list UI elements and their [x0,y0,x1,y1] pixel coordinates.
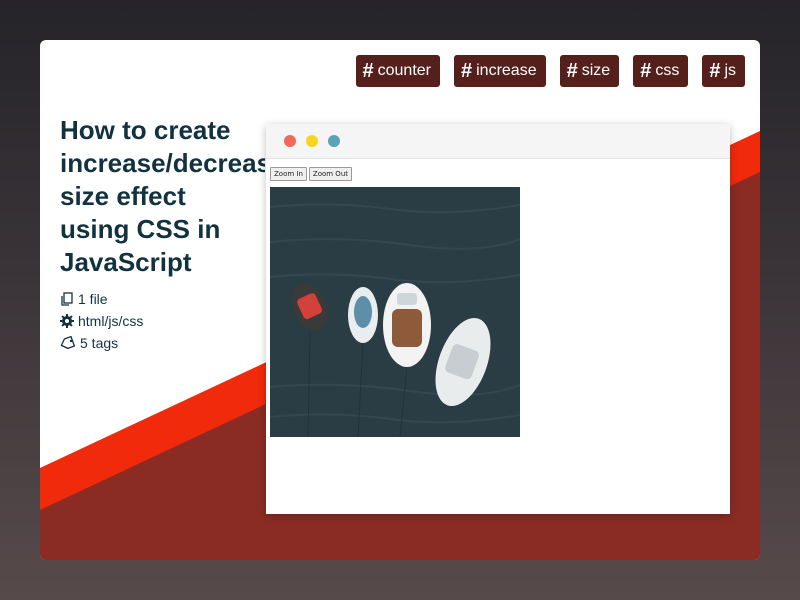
window-titlebar [266,124,730,159]
minimize-dot-icon [306,135,318,147]
tag-label: js [724,62,736,79]
tag-size[interactable]: # size [559,55,620,87]
snippet-meta: 1 file html/js/css 5 tags [60,288,143,354]
file-icon [61,292,73,306]
preview-content: Zoom In Zoom Out [266,159,730,445]
meta-files: 1 file [60,288,143,310]
preview-window: Zoom In Zoom Out [266,124,730,514]
tag-js[interactable]: # js [702,55,745,87]
tag-label: css [655,62,680,79]
hash-icon: # [461,60,473,82]
tech-list: html/js/css [78,313,144,329]
title-line: using CSS in [60,214,221,244]
close-dot-icon [284,135,296,147]
hash-icon: # [362,60,374,82]
title-line: size effect [60,181,186,211]
maximize-dot-icon [328,135,340,147]
tag-counter[interactable]: # counter [355,55,440,87]
meta-tags: 5 tags [60,332,143,354]
zoom-controls: Zoom In Zoom Out [270,167,726,181]
files-count: 1 file [78,291,108,307]
tags-count: 5 tags [80,335,119,351]
title-line: How to create [60,115,231,145]
tag-increase[interactable]: # increase [454,55,546,87]
zoom-in-button[interactable]: Zoom In [270,167,307,181]
snippet-card: # counter # increase # size # css # js How to… [40,40,760,560]
tag-css[interactable]: # css [633,55,689,87]
tag-label: increase [476,62,537,79]
title-line: JavaScript [60,247,192,277]
gear-icon [60,314,74,328]
meta-tech: html/js/css [60,310,143,332]
boats-image [270,187,520,437]
tag-label: size [581,62,611,79]
tag-label: counter [377,62,431,79]
hash-icon: # [709,60,721,82]
hash-icon: # [640,60,652,82]
zoom-out-button[interactable]: Zoom Out [308,167,353,181]
tag-icon [60,336,76,350]
hash-icon: # [566,60,578,82]
page-title: How to create increase/decrease size eff… [60,114,265,279]
title-line: increase/decrease [60,148,265,178]
tag-list: # counter # increase # size # css # js [355,55,745,87]
